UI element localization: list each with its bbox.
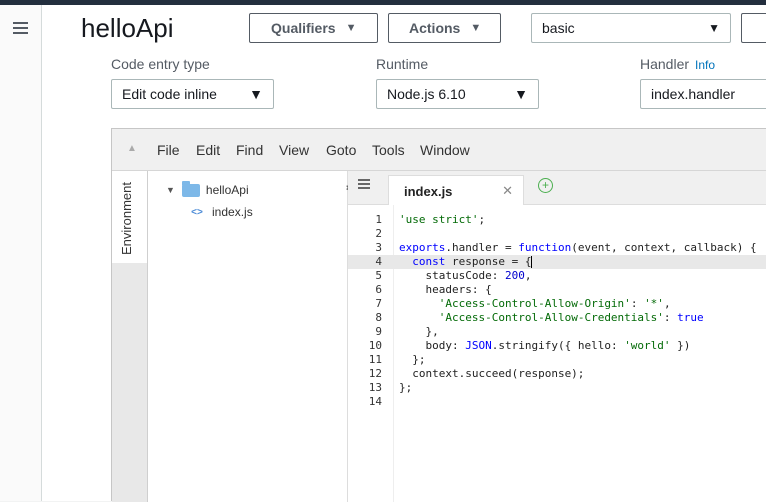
code-line[interactable]: exports.handler = function(event, contex… <box>399 241 757 255</box>
environment-tab-label: Environment <box>119 182 134 255</box>
line-number: 11 <box>368 353 382 366</box>
handler-input[interactable]: index.handler <box>640 79 766 109</box>
qualifiers-label: Qualifiers <box>271 20 336 36</box>
code-line[interactable]: const response = { <box>399 255 533 269</box>
file-tree: ▼ helloApi <> index.js ⚙▼ <box>148 171 366 502</box>
alias-select-value: basic <box>542 20 575 36</box>
folder-expand-icon[interactable]: ▼ <box>166 185 175 195</box>
code-line[interactable]: 'Access-Control-Allow-Origin': '*', <box>399 297 671 311</box>
tree-folder-row[interactable]: ▼ helloApi <box>166 180 249 197</box>
line-number: 4 <box>375 255 382 268</box>
handler-info-link[interactable]: Info <box>695 58 715 72</box>
line-number: 3 <box>375 241 382 254</box>
actions-button[interactable]: Actions ▼ <box>388 13 501 43</box>
menu-window[interactable]: Window <box>420 142 470 158</box>
tab-index-js-label: index.js <box>404 184 453 199</box>
line-number: 7 <box>375 297 382 310</box>
code-line[interactable]: headers: { <box>399 283 491 297</box>
chevron-down-icon: ▼ <box>345 22 357 34</box>
menu-tools[interactable]: Tools <box>372 142 405 158</box>
line-number: 14 <box>368 395 382 408</box>
page-title: helloApi <box>81 13 174 43</box>
actions-label: Actions <box>409 20 461 36</box>
line-number: 10 <box>368 339 382 352</box>
line-number: 6 <box>375 283 382 296</box>
menu-edit[interactable]: Edit <box>196 142 220 158</box>
tree-file-label: index.js <box>212 205 253 219</box>
test-button[interactable]: Te <box>741 13 766 43</box>
code-line[interactable]: }, <box>399 325 438 339</box>
side-rail <box>0 5 42 501</box>
handler-label: Handler <box>640 56 690 72</box>
tree-folder-label: helloApi <box>205 183 249 197</box>
runtime-select[interactable]: Node.js 6.10 ▼ <box>376 79 539 109</box>
tab-list-icon[interactable] <box>358 179 370 189</box>
menu-icon[interactable] <box>13 22 28 34</box>
line-number: 1 <box>375 213 382 226</box>
code-line[interactable]: statusCode: 200, <box>399 269 531 283</box>
code-editor: ▲ File Edit Find View Goto Tools Window … <box>111 128 766 502</box>
qualifiers-button[interactable]: Qualifiers ▼ <box>249 13 378 43</box>
tab-index-js[interactable]: index.js ✕ <box>388 175 524 205</box>
code-line[interactable]: }; <box>399 381 412 395</box>
menu-find[interactable]: Find <box>236 142 263 158</box>
line-number: 5 <box>375 269 382 282</box>
tree-file-row[interactable]: <> index.js <box>190 205 253 219</box>
caret-down-icon: ▼ <box>514 86 528 102</box>
code-pane: index.js ✕ + 1 'use strict'; 2 3 exports.han… <box>348 171 766 502</box>
menu-goto[interactable]: Goto <box>326 142 356 158</box>
line-number: 13 <box>368 381 382 394</box>
line-number: 2 <box>375 227 382 240</box>
code-entry-type-value: Edit code inline <box>122 86 217 102</box>
code-line[interactable]: }; <box>399 353 425 367</box>
environment-tab-strip: Environment <box>112 171 148 502</box>
runtime-value: Node.js 6.10 <box>387 86 466 102</box>
code-line[interactable]: context.succeed(response); <box>399 367 584 381</box>
folder-icon <box>181 180 200 197</box>
handler-label-group: Handler Info <box>640 56 715 72</box>
runtime-label: Runtime <box>376 56 429 72</box>
line-number: 9 <box>375 325 382 338</box>
code-entry-type-label: Code entry type <box>111 56 210 72</box>
code-line[interactable]: 'Access-Control-Allow-Credentials': true <box>399 311 704 325</box>
chevron-down-icon: ▼ <box>470 22 482 34</box>
line-number: 12 <box>368 367 382 380</box>
code-line[interactable]: body: JSON.stringify({ hello: 'world' }) <box>399 339 690 353</box>
chevron-down-icon: ▼ <box>708 21 720 35</box>
menu-view[interactable]: View <box>279 142 309 158</box>
close-icon[interactable]: ✕ <box>502 183 513 199</box>
handler-value: index.handler <box>651 86 736 102</box>
caret-down-icon: ▼ <box>249 86 263 102</box>
text-cursor <box>531 256 533 268</box>
editor-tab-bar: index.js ✕ + <box>348 171 766 205</box>
alias-select[interactable]: basic ▼ <box>531 13 731 43</box>
environment-tab[interactable]: Environment <box>112 171 147 263</box>
line-number: 8 <box>375 311 382 324</box>
code-entry-type-select[interactable]: Edit code inline ▼ <box>111 79 274 109</box>
code-line[interactable]: 'use strict'; <box>399 213 485 227</box>
add-tab-icon[interactable]: + <box>538 178 553 193</box>
collapse-icon[interactable]: ▲ <box>127 143 137 154</box>
js-file-icon: <> <box>191 206 203 218</box>
ide-menu-bar: ▲ File Edit Find View Goto Tools Window <box>112 129 766 171</box>
menu-file[interactable]: File <box>157 142 180 158</box>
